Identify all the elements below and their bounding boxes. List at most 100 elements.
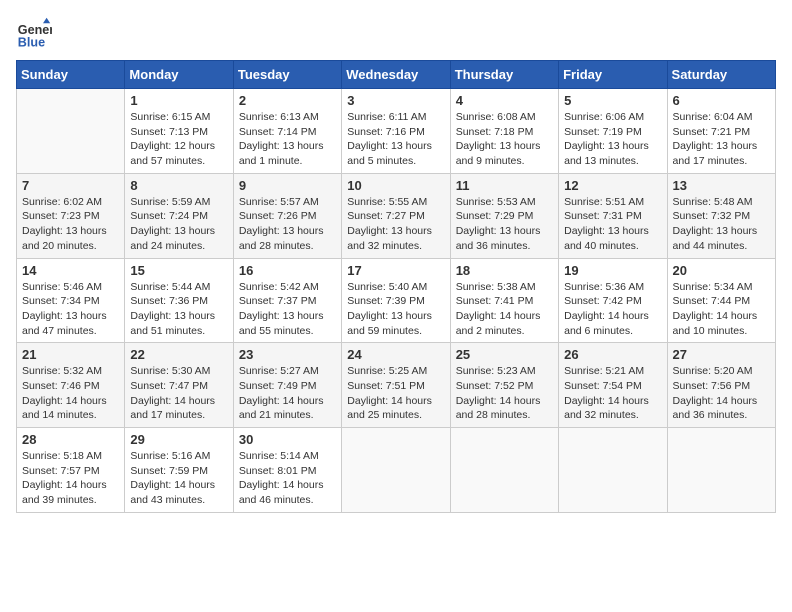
day-info: Sunrise: 5:36 AM Sunset: 7:42 PM Dayligh… xyxy=(564,280,661,339)
day-header-monday: Monday xyxy=(125,61,233,89)
day-info: Sunrise: 5:57 AM Sunset: 7:26 PM Dayligh… xyxy=(239,195,336,254)
day-number: 7 xyxy=(22,178,119,193)
calendar-cell: 15 Sunrise: 5:44 AM Sunset: 7:36 PM Dayli… xyxy=(125,258,233,343)
calendar-cell: 18 Sunrise: 5:38 AM Sunset: 7:41 PM Dayli… xyxy=(450,258,558,343)
calendar-cell: 17Sunrise: 5:40 AM Sunset: 7:39 PM Dayli… xyxy=(342,258,450,343)
calendar-cell: 30 Sunrise: 5:14 AM Sunset: 8:01 PM Dayli… xyxy=(233,428,341,513)
calendar-cell: 24 Sunrise: 5:25 AM Sunset: 7:51 PM Dayli… xyxy=(342,343,450,428)
day-number: 8 xyxy=(130,178,227,193)
day-info: Sunrise: 5:53 AM Sunset: 7:29 PM Dayligh… xyxy=(456,195,553,254)
day-number: 12 xyxy=(564,178,661,193)
calendar-cell: 3 Sunrise: 6:11 AM Sunset: 7:16 PM Daylig… xyxy=(342,89,450,174)
day-number: 30 xyxy=(239,432,336,447)
calendar-cell: 16 Sunrise: 5:42 AM Sunset: 7:37 PM Dayli… xyxy=(233,258,341,343)
day-info: Sunrise: 5:46 AM Sunset: 7:34 PM Dayligh… xyxy=(22,280,119,339)
day-number: 11 xyxy=(456,178,553,193)
calendar-header-row: SundayMondayTuesdayWednesdayThursdayFrid… xyxy=(17,61,776,89)
day-number: 19 xyxy=(564,263,661,278)
day-number: 25 xyxy=(456,347,553,362)
day-info: Sunrise: 5:48 AM Sunset: 7:32 PM Dayligh… xyxy=(673,195,770,254)
calendar-cell: 10 Sunrise: 5:55 AM Sunset: 7:27 PM Dayli… xyxy=(342,173,450,258)
day-number: 20 xyxy=(673,263,770,278)
calendar-cell: 25 Sunrise: 5:23 AM Sunset: 7:52 PM Dayli… xyxy=(450,343,558,428)
day-number: 16 xyxy=(239,263,336,278)
calendar-cell: 2 Sunrise: 6:13 AM Sunset: 7:14 PM Daylig… xyxy=(233,89,341,174)
calendar-cell: 7Sunrise: 6:02 AM Sunset: 7:23 PM Daylig… xyxy=(17,173,125,258)
calendar-cell: 23Sunrise: 5:27 AM Sunset: 7:49 PM Dayli… xyxy=(233,343,341,428)
logo-icon: General Blue xyxy=(16,16,52,52)
day-number: 28 xyxy=(22,432,119,447)
calendar-cell: 21 Sunrise: 5:32 AM Sunset: 7:46 PM Dayli… xyxy=(17,343,125,428)
day-number: 1 xyxy=(130,93,227,108)
calendar-cell: 4 Sunrise: 6:08 AM Sunset: 7:18 PM Daylig… xyxy=(450,89,558,174)
day-info: Sunrise: 5:18 AM Sunset: 7:57 PM Dayligh… xyxy=(22,449,119,508)
logo: General Blue xyxy=(16,16,58,52)
day-info: Sunrise: 5:38 AM Sunset: 7:41 PM Dayligh… xyxy=(456,280,553,339)
day-info: Sunrise: 5:30 AM Sunset: 7:47 PM Dayligh… xyxy=(130,364,227,423)
calendar-cell xyxy=(342,428,450,513)
day-info: Sunrise: 6:06 AM Sunset: 7:19 PM Dayligh… xyxy=(564,110,661,169)
day-number: 26 xyxy=(564,347,661,362)
calendar-cell: 12 Sunrise: 5:51 AM Sunset: 7:31 PM Dayli… xyxy=(559,173,667,258)
calendar-cell xyxy=(450,428,558,513)
calendar-cell: 14 Sunrise: 5:46 AM Sunset: 7:34 PM Dayli… xyxy=(17,258,125,343)
day-header-friday: Friday xyxy=(559,61,667,89)
page-header: General Blue xyxy=(16,16,776,52)
day-header-sunday: Sunday xyxy=(17,61,125,89)
calendar-cell: 5 Sunrise: 6:06 AM Sunset: 7:19 PM Daylig… xyxy=(559,89,667,174)
calendar-cell: 6Sunrise: 6:04 AM Sunset: 7:21 PM Daylig… xyxy=(667,89,775,174)
calendar-cell xyxy=(17,89,125,174)
day-number: 9 xyxy=(239,178,336,193)
day-header-wednesday: Wednesday xyxy=(342,61,450,89)
day-info: Sunrise: 5:55 AM Sunset: 7:27 PM Dayligh… xyxy=(347,195,444,254)
day-info: Sunrise: 5:44 AM Sunset: 7:36 PM Dayligh… xyxy=(130,280,227,339)
calendar-cell: 29Sunrise: 5:16 AM Sunset: 7:59 PM Dayli… xyxy=(125,428,233,513)
calendar-cell: 20 Sunrise: 5:34 AM Sunset: 7:44 PM Dayli… xyxy=(667,258,775,343)
day-number: 22 xyxy=(130,347,227,362)
calendar-cell xyxy=(559,428,667,513)
calendar-cell: 1 Sunrise: 6:15 AM Sunset: 7:13 PM Daylig… xyxy=(125,89,233,174)
day-number: 3 xyxy=(347,93,444,108)
day-info: Sunrise: 6:13 AM Sunset: 7:14 PM Dayligh… xyxy=(239,110,336,169)
day-number: 4 xyxy=(456,93,553,108)
day-info: Sunrise: 6:04 AM Sunset: 7:21 PM Dayligh… xyxy=(673,110,770,169)
day-info: Sunrise: 5:32 AM Sunset: 7:46 PM Dayligh… xyxy=(22,364,119,423)
calendar-cell xyxy=(667,428,775,513)
day-number: 15 xyxy=(130,263,227,278)
day-info: Sunrise: 5:25 AM Sunset: 7:51 PM Dayligh… xyxy=(347,364,444,423)
calendar-cell: 19 Sunrise: 5:36 AM Sunset: 7:42 PM Dayli… xyxy=(559,258,667,343)
day-info: Sunrise: 5:59 AM Sunset: 7:24 PM Dayligh… xyxy=(130,195,227,254)
calendar-cell: 26Sunrise: 5:21 AM Sunset: 7:54 PM Dayli… xyxy=(559,343,667,428)
calendar-table: SundayMondayTuesdayWednesdayThursdayFrid… xyxy=(16,60,776,513)
day-number: 14 xyxy=(22,263,119,278)
day-info: Sunrise: 5:40 AM Sunset: 7:39 PM Dayligh… xyxy=(347,280,444,339)
day-number: 10 xyxy=(347,178,444,193)
calendar-cell: 8 Sunrise: 5:59 AM Sunset: 7:24 PM Daylig… xyxy=(125,173,233,258)
day-number: 2 xyxy=(239,93,336,108)
day-info: Sunrise: 6:08 AM Sunset: 7:18 PM Dayligh… xyxy=(456,110,553,169)
day-info: Sunrise: 5:20 AM Sunset: 7:56 PM Dayligh… xyxy=(673,364,770,423)
day-header-thursday: Thursday xyxy=(450,61,558,89)
day-header-saturday: Saturday xyxy=(667,61,775,89)
svg-text:Blue: Blue xyxy=(18,36,45,50)
day-number: 29 xyxy=(130,432,227,447)
day-number: 18 xyxy=(456,263,553,278)
day-number: 21 xyxy=(22,347,119,362)
day-header-tuesday: Tuesday xyxy=(233,61,341,89)
day-info: Sunrise: 5:42 AM Sunset: 7:37 PM Dayligh… xyxy=(239,280,336,339)
day-info: Sunrise: 5:27 AM Sunset: 7:49 PM Dayligh… xyxy=(239,364,336,423)
day-number: 24 xyxy=(347,347,444,362)
day-info: Sunrise: 5:51 AM Sunset: 7:31 PM Dayligh… xyxy=(564,195,661,254)
calendar-cell: 13 Sunrise: 5:48 AM Sunset: 7:32 PM Dayli… xyxy=(667,173,775,258)
calendar-cell: 22 Sunrise: 5:30 AM Sunset: 7:47 PM Dayli… xyxy=(125,343,233,428)
day-info: Sunrise: 5:23 AM Sunset: 7:52 PM Dayligh… xyxy=(456,364,553,423)
day-info: Sunrise: 5:14 AM Sunset: 8:01 PM Dayligh… xyxy=(239,449,336,508)
day-info: Sunrise: 5:34 AM Sunset: 7:44 PM Dayligh… xyxy=(673,280,770,339)
day-number: 13 xyxy=(673,178,770,193)
calendar-cell: 28 Sunrise: 5:18 AM Sunset: 7:57 PM Dayli… xyxy=(17,428,125,513)
day-info: Sunrise: 6:15 AM Sunset: 7:13 PM Dayligh… xyxy=(130,110,227,169)
calendar-cell: 27Sunrise: 5:20 AM Sunset: 7:56 PM Dayli… xyxy=(667,343,775,428)
day-number: 5 xyxy=(564,93,661,108)
day-info: Sunrise: 6:11 AM Sunset: 7:16 PM Dayligh… xyxy=(347,110,444,169)
calendar-cell: 11 Sunrise: 5:53 AM Sunset: 7:29 PM Dayli… xyxy=(450,173,558,258)
